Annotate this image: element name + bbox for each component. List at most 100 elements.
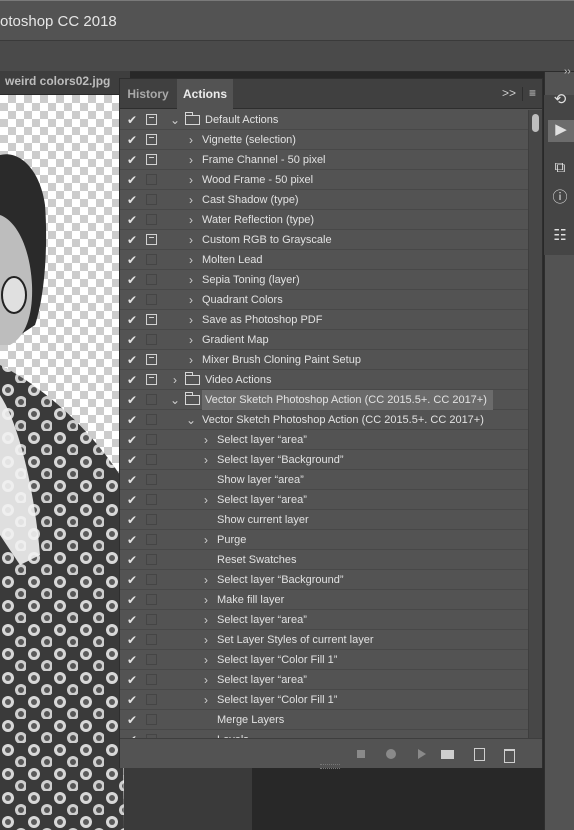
- toggle-dialog-icon[interactable]: [146, 394, 157, 405]
- panel-menu-icon[interactable]: ≡: [529, 86, 536, 100]
- chevron-down-icon[interactable]: ⌄: [170, 392, 180, 408]
- chevron-right-icon[interactable]: ›: [170, 372, 180, 388]
- toggle-dialog-icon[interactable]: [146, 354, 157, 365]
- panel-resize-gripper[interactable]: [320, 764, 340, 769]
- chevron-right-icon[interactable]: ›: [186, 272, 196, 288]
- action-step-row[interactable]: ✔ Show layer “area”: [120, 470, 528, 490]
- toggle-item-check-icon[interactable]: ✔: [126, 253, 138, 267]
- action-step-row[interactable]: ✔ › Select layer “Color Fill 1”: [120, 650, 528, 670]
- action-row[interactable]: ✔ › Save as Photoshop PDF: [120, 310, 528, 330]
- chevron-right-icon[interactable]: ›: [201, 592, 211, 608]
- toggle-item-check-icon[interactable]: ✔: [126, 433, 138, 447]
- toggle-item-check-icon[interactable]: ✔: [126, 333, 138, 347]
- chevron-right-icon[interactable]: ›: [201, 572, 211, 588]
- toggle-dialog-icon[interactable]: [146, 314, 157, 325]
- action-set-row[interactable]: ✔ ⌄ Default Actions: [120, 110, 528, 130]
- actions-panel-icon[interactable]: ▶: [548, 120, 574, 142]
- action-step-row[interactable]: ✔›Levels: [120, 730, 528, 738]
- chevron-right-icon[interactable]: ›: [201, 652, 211, 668]
- chevron-right-icon[interactable]: ›: [186, 192, 196, 208]
- tab-actions[interactable]: Actions: [177, 79, 233, 110]
- toggle-dialog-icon[interactable]: [146, 254, 157, 265]
- toggle-item-check-icon[interactable]: ✔: [126, 573, 138, 587]
- chevron-right-icon[interactable]: ›: [201, 692, 211, 708]
- action-step-row[interactable]: ✔ › Set Layer Styles of current layer: [120, 630, 528, 650]
- toggle-dialog-icon[interactable]: [146, 334, 157, 345]
- toggle-dialog-icon[interactable]: [146, 694, 157, 705]
- toggle-dialog-icon[interactable]: [146, 214, 157, 225]
- chevron-down-icon[interactable]: ⌄: [186, 412, 196, 428]
- toggle-item-check-icon[interactable]: ✔: [126, 613, 138, 627]
- info-panel-icon[interactable]: ⓘ: [550, 188, 570, 208]
- action-row[interactable]: ✔ › Cast Shadow (type): [120, 190, 528, 210]
- chevron-right-icon[interactable]: ›: [201, 532, 211, 548]
- toggle-dialog-icon[interactable]: [146, 634, 157, 645]
- action-step-row[interactable]: ✔ › Select layer “area”: [120, 610, 528, 630]
- chevron-right-icon[interactable]: ›: [201, 492, 211, 508]
- collapse-dock-icon[interactable]: ››: [564, 66, 571, 77]
- create-new-action-button[interactable]: [471, 746, 487, 762]
- action-step-row[interactable]: ✔ › Select layer “Color Fill 1”: [120, 690, 528, 710]
- chevron-right-icon[interactable]: ›: [186, 332, 196, 348]
- toggle-dialog-icon[interactable]: [146, 494, 157, 505]
- toggle-item-check-icon[interactable]: ✔: [126, 453, 138, 467]
- toggle-item-check-icon[interactable]: ✔: [126, 313, 138, 327]
- toggle-item-check-icon[interactable]: ✔: [126, 553, 138, 567]
- chevron-right-icon[interactable]: ›: [186, 152, 196, 168]
- toggle-dialog-icon[interactable]: [146, 374, 157, 385]
- chevron-right-icon[interactable]: ›: [201, 452, 211, 468]
- toggle-item-check-icon[interactable]: ✔: [126, 213, 138, 227]
- toggle-item-check-icon[interactable]: ✔: [126, 373, 138, 387]
- chevron-right-icon[interactable]: ›: [186, 232, 196, 248]
- stop-recording-button[interactable]: [353, 746, 369, 762]
- action-row[interactable]: ✔ › Vignette (selection): [120, 130, 528, 150]
- action-row[interactable]: ✔ › Wood Frame - 50 pixel: [120, 170, 528, 190]
- toggle-item-check-icon[interactable]: ✔: [126, 473, 138, 487]
- action-step-row[interactable]: ✔ Merge Layers: [120, 710, 528, 730]
- toggle-dialog-icon[interactable]: [146, 654, 157, 665]
- action-step-row[interactable]: ✔ › Purge: [120, 530, 528, 550]
- toggle-dialog-icon[interactable]: [146, 114, 157, 125]
- toggle-item-check-icon[interactable]: ✔: [126, 153, 138, 167]
- delete-button[interactable]: [501, 746, 517, 763]
- toggle-dialog-icon[interactable]: [146, 294, 157, 305]
- toggle-dialog-icon[interactable]: [146, 414, 157, 425]
- toggle-item-check-icon[interactable]: ✔: [126, 173, 138, 187]
- toggle-dialog-icon[interactable]: [146, 594, 157, 605]
- chevron-right-icon[interactable]: ›: [201, 632, 211, 648]
- chevron-right-icon[interactable]: ›: [186, 292, 196, 308]
- chevron-right-icon[interactable]: ›: [186, 212, 196, 228]
- toggle-item-check-icon[interactable]: ✔: [126, 713, 138, 727]
- chevron-right-icon[interactable]: ›: [201, 672, 211, 688]
- properties-panel-icon[interactable]: ☷: [550, 226, 570, 246]
- action-step-row[interactable]: ✔ › Select layer “Background”: [120, 450, 528, 470]
- chevron-right-icon[interactable]: ›: [201, 432, 211, 448]
- action-row[interactable]: ✔ › Custom RGB to Grayscale: [120, 230, 528, 250]
- toggle-dialog-icon[interactable]: [146, 554, 157, 565]
- toggle-dialog-icon[interactable]: [146, 434, 157, 445]
- toggle-item-check-icon[interactable]: ✔: [126, 493, 138, 507]
- toggle-dialog-icon[interactable]: [146, 674, 157, 685]
- action-step-row[interactable]: ✔ › Select layer “area”: [120, 430, 528, 450]
- toggle-item-check-icon[interactable]: ✔: [126, 353, 138, 367]
- toggle-dialog-icon[interactable]: [146, 514, 157, 525]
- create-new-set-button[interactable]: [440, 746, 456, 762]
- history-panel-icon[interactable]: ⟲: [550, 90, 570, 110]
- action-row[interactable]: ✔ › Quadrant Colors: [120, 290, 528, 310]
- toggle-item-check-icon[interactable]: ✔: [126, 413, 138, 427]
- libraries-panel-icon[interactable]: ⧉: [550, 158, 570, 178]
- toggle-dialog-icon[interactable]: [146, 474, 157, 485]
- action-row[interactable]: ✔ › Sepia Toning (layer): [120, 270, 528, 290]
- action-row[interactable]: ✔ ⌄ Vector Sketch Photoshop Action (CC 201…: [120, 410, 528, 430]
- toggle-dialog-icon[interactable]: [146, 274, 157, 285]
- scrollbar-thumb[interactable]: [532, 114, 539, 132]
- chevron-right-icon[interactable]: ›: [201, 612, 211, 628]
- action-step-row[interactable]: ✔ › Make fill layer: [120, 590, 528, 610]
- toggle-dialog-icon[interactable]: [146, 574, 157, 585]
- chevron-right-icon[interactable]: ›: [186, 132, 196, 148]
- begin-recording-button[interactable]: [383, 746, 399, 762]
- play-selection-button[interactable]: [413, 746, 429, 762]
- toggle-item-check-icon[interactable]: ✔: [126, 513, 138, 527]
- collapse-panel-icon[interactable]: >>: [502, 86, 516, 100]
- chevron-right-icon[interactable]: ›: [186, 312, 196, 328]
